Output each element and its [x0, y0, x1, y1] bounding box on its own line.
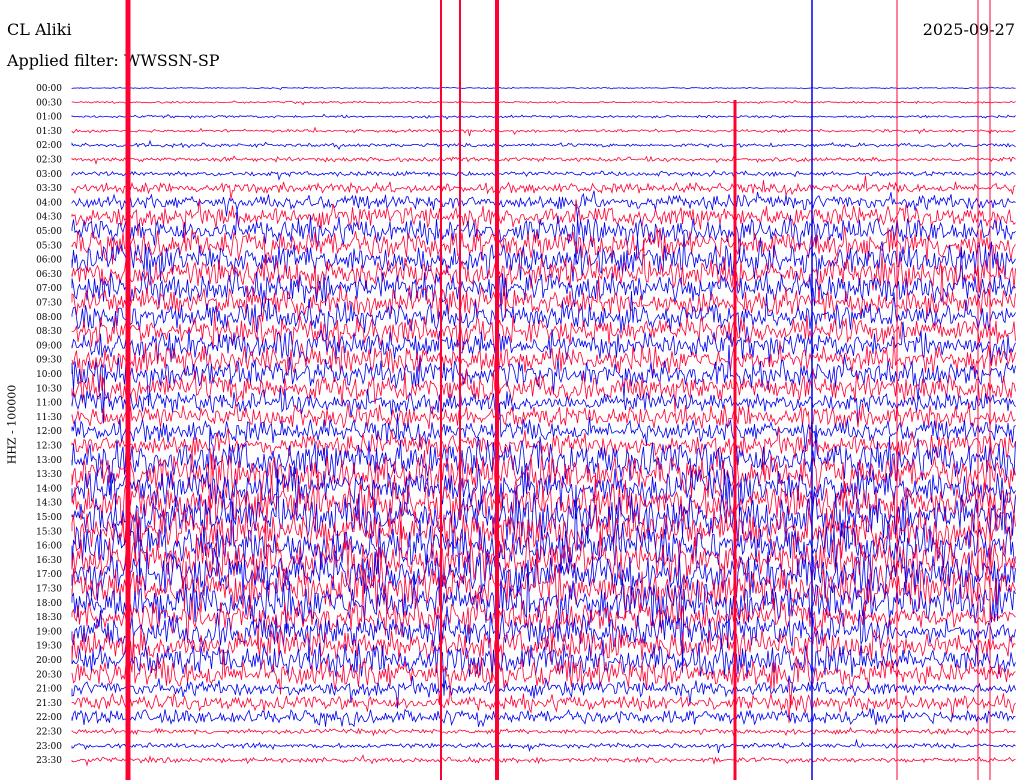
time-tick-label: 22:30 [36, 728, 62, 738]
time-tick-label: 05:00 [36, 227, 62, 237]
event-spike [495, 0, 499, 780]
trace-line [71, 99, 1016, 106]
trace-layer [71, 0, 1016, 780]
trace-line [71, 86, 1016, 91]
time-tick-label: 06:00 [36, 256, 62, 266]
time-tick-label: 21:30 [36, 699, 62, 709]
time-tick-label: 22:00 [36, 713, 62, 723]
time-tick-label: 02:00 [36, 141, 62, 151]
event-spike [459, 0, 461, 520]
time-tick-label: 20:30 [36, 670, 62, 680]
time-tick-label: 11:00 [36, 399, 62, 409]
time-tick-label: 20:00 [36, 656, 62, 666]
event-spike [733, 100, 737, 780]
time-tick-label: 03:30 [36, 184, 62, 194]
time-tick-label: 10:30 [36, 384, 62, 394]
time-tick-label: 23:00 [36, 742, 62, 752]
helicorder-plot: 00:00 00:30 01:00 01:30 02:00 02:30 03:00 03:30… [36, 0, 1016, 780]
event-spike [977, 0, 979, 780]
time-tick-label: 16:00 [36, 542, 62, 552]
event-spike [896, 0, 898, 780]
time-tick-label: 11:30 [36, 413, 62, 423]
time-tick-label: 21:00 [36, 685, 62, 695]
time-tick-label: 18:30 [36, 613, 62, 623]
time-tick-label: 16:30 [36, 556, 62, 566]
time-tick-label: 19:00 [36, 627, 62, 637]
time-tick-label: 00:00 [36, 84, 62, 94]
time-tick-label: 01:00 [36, 113, 62, 123]
time-tick-label: 06:30 [36, 270, 62, 280]
time-tick-label: 08:00 [36, 313, 62, 323]
event-spike [989, 0, 991, 780]
trace-line [71, 169, 1016, 181]
time-tick-label: 14:30 [36, 499, 62, 509]
time-tick-label: 14:00 [36, 484, 62, 494]
event-spike [125, 0, 131, 780]
time-tick-label: 15:00 [36, 513, 62, 523]
event-spike [440, 0, 442, 780]
time-tick-label: 05:30 [36, 241, 62, 251]
trace-line [71, 233, 1016, 282]
time-tick-label: 07:00 [36, 284, 62, 294]
time-tick-label: 00:30 [36, 98, 62, 108]
time-tick-label: 10:00 [36, 370, 62, 380]
time-tick-label: 09:00 [36, 341, 62, 351]
trace-line [71, 139, 1016, 151]
trace-line [71, 126, 1016, 137]
time-tick-label: 15:30 [36, 527, 62, 537]
trace-line [71, 688, 1016, 724]
trace-line [71, 113, 1016, 120]
trace-line [71, 190, 1016, 219]
time-tick-label: 17:30 [36, 585, 62, 595]
time-tick-label: 12:00 [36, 427, 62, 437]
trace-line [71, 175, 1016, 200]
time-tick-label: 04:00 [36, 198, 62, 208]
time-tick-label: 09:30 [36, 356, 62, 366]
trace-line [71, 708, 1016, 728]
time-tick-label: 12:30 [36, 442, 62, 452]
time-tick-label: 07:30 [36, 299, 62, 309]
time-tick-label: 01:30 [36, 127, 62, 137]
trace-line [71, 738, 1016, 754]
tick-labels: 00:00 00:30 01:00 01:30 02:00 02:30 03:00 03:30… [36, 84, 62, 766]
trace-line [71, 754, 1016, 767]
time-tick-label: 04:30 [36, 213, 62, 223]
time-tick-label: 03:00 [36, 170, 62, 180]
time-tick-label: 18:00 [36, 599, 62, 609]
time-tick-label: 13:30 [36, 470, 62, 480]
trace-line [71, 633, 1016, 709]
time-tick-label: 08:30 [36, 327, 62, 337]
time-tick-label: 13:00 [36, 456, 62, 466]
time-tick-label: 02:30 [36, 156, 62, 166]
time-tick-label: 23:30 [36, 756, 62, 766]
time-tick-label: 17:00 [36, 570, 62, 580]
time-tick-label: 19:30 [36, 642, 62, 652]
trace-line [71, 725, 1016, 737]
trace-line [71, 627, 1016, 683]
trace-line [71, 155, 1016, 165]
event-spike [811, 0, 813, 780]
